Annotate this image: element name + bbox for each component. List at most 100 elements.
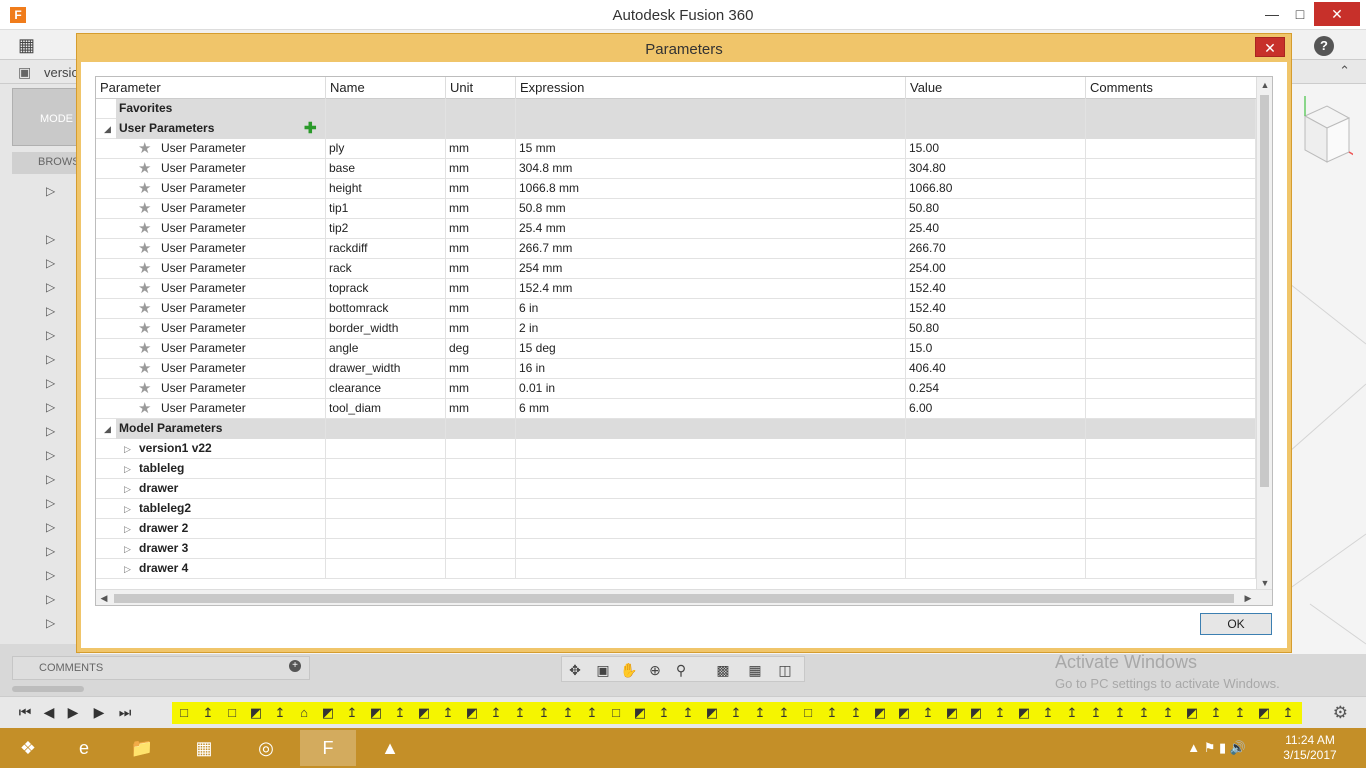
favorite-star-icon[interactable]: ★ <box>138 401 151 416</box>
timeline-feature-icon[interactable]: ↥ <box>1276 702 1300 724</box>
timeline-feature-icon[interactable]: ◩ <box>964 702 988 724</box>
dialog-titlebar[interactable]: Parameters ✕ <box>77 34 1291 62</box>
timeline-feature-icon[interactable]: ↥ <box>748 702 772 724</box>
timeline-feature-icon[interactable]: ↥ <box>724 702 748 724</box>
tree-expand-icon[interactable]: ▷ <box>46 592 58 606</box>
go-to-end-icon[interactable]: ⏭ <box>116 703 134 721</box>
tree-expand-icon[interactable]: ▷ <box>46 448 58 462</box>
timeline-feature-icon[interactable]: ↥ <box>1228 702 1252 724</box>
timeline-feature-icon[interactable]: ↥ <box>988 702 1012 724</box>
timeline-feature-icon[interactable]: ↥ <box>1132 702 1156 724</box>
step-forward-icon[interactable]: ▶ <box>90 703 108 721</box>
play-icon[interactable]: ▶ <box>64 703 82 721</box>
expand-triangle-icon[interactable]: ▷ <box>124 559 131 579</box>
timeline-feature-icon[interactable]: □ <box>604 702 628 724</box>
file-explorer-icon[interactable]: 📁 <box>114 730 170 766</box>
look-at-icon[interactable]: ▣ <box>594 661 612 679</box>
gear-icon[interactable]: ⚙ <box>1333 703 1348 723</box>
clock[interactable]: 11:24 AM 3/15/2017 <box>1270 733 1350 763</box>
timeline-feature-icon[interactable]: ◩ <box>1252 702 1276 724</box>
favorite-star-icon[interactable]: ★ <box>138 281 151 296</box>
tree-expand-icon[interactable]: ▷ <box>46 616 58 630</box>
fit-icon[interactable]: ⚲ <box>672 661 690 679</box>
timeline-feature-icon[interactable]: ◩ <box>892 702 916 724</box>
timeline-feature-icon[interactable]: ↥ <box>388 702 412 724</box>
scroll-left-icon[interactable]: ◀ <box>96 590 112 605</box>
display-settings-icon[interactable]: ▩ <box>714 661 732 679</box>
column-header-expression[interactable]: Expression <box>516 77 906 99</box>
tree-expand-icon[interactable]: ▷ <box>46 328 58 342</box>
tree-expand-icon[interactable]: ▷ <box>46 376 58 390</box>
timeline-feature-icon[interactable]: ↥ <box>1108 702 1132 724</box>
table-row[interactable]: ★ User Parameter drawer_width mm 16 in 406.40 <box>96 359 1256 379</box>
timeline-feature-icon[interactable]: □ <box>220 702 244 724</box>
help-icon[interactable]: ? <box>1314 36 1334 56</box>
expand-triangle-icon[interactable]: ▷ <box>124 539 131 559</box>
column-header-unit[interactable]: Unit <box>446 77 516 99</box>
column-header-name[interactable]: Name <box>326 77 446 99</box>
app-grid-icon[interactable]: ▦ <box>18 36 38 55</box>
expand-triangle-icon[interactable]: ▷ <box>124 499 131 519</box>
timeline-feature-icon[interactable]: ◩ <box>628 702 652 724</box>
table-row[interactable]: ★ User Parameter tip1 mm 50.8 mm 50.80 <box>96 199 1256 219</box>
tree-expand-icon[interactable]: ▷ <box>46 280 58 294</box>
chevron-up-icon[interactable]: ⌃ <box>1339 63 1350 79</box>
scroll-up-icon[interactable]: ▲ <box>1257 77 1272 93</box>
tree-expand-icon[interactable]: ▷ <box>46 232 58 246</box>
add-parameter-icon[interactable]: ✚ <box>304 121 317 136</box>
minimize-button[interactable]: — <box>1258 2 1286 26</box>
favorite-star-icon[interactable]: ★ <box>138 341 151 356</box>
document-tab-label[interactable]: versio <box>44 65 79 80</box>
ok-button[interactable]: OK <box>1200 613 1272 635</box>
zoom-icon[interactable]: ⊕ <box>646 661 664 679</box>
orbit-icon[interactable]: ✥ <box>566 661 584 679</box>
timeline-feature-icon[interactable]: ↥ <box>652 702 676 724</box>
rhino-icon[interactable]: ▲ <box>362 730 418 766</box>
favorite-star-icon[interactable]: ★ <box>138 181 151 196</box>
timeline-feature-icon[interactable]: ↥ <box>1084 702 1108 724</box>
table-row[interactable]: ★ User Parameter toprack mm 152.4 mm 152.40 <box>96 279 1256 299</box>
timeline-feature-icon[interactable]: □ <box>796 702 820 724</box>
expand-triangle-icon[interactable]: ▷ <box>124 479 131 499</box>
list-item[interactable]: ▷ tableleg2 <box>96 499 1256 519</box>
collapse-triangle-icon[interactable]: ◢ <box>104 119 111 139</box>
timeline-feature-icon[interactable]: ◩ <box>244 702 268 724</box>
timeline-feature-icon[interactable]: ↥ <box>340 702 364 724</box>
vertical-scroll-thumb[interactable] <box>1260 95 1269 487</box>
vertical-scrollbar[interactable]: ▲ ▼ <box>1256 77 1272 591</box>
maximize-button[interactable]: □ <box>1286 2 1314 26</box>
browser-bar[interactable]: BROWS <box>12 152 80 174</box>
tree-expand-icon[interactable]: ▷ <box>46 400 58 414</box>
go-to-start-icon[interactable]: ⏮ <box>16 703 34 721</box>
timeline-feature-icon[interactable]: ↥ <box>1036 702 1060 724</box>
favorite-star-icon[interactable]: ★ <box>138 141 151 156</box>
timeline-feature-icon[interactable]: ↥ <box>580 702 604 724</box>
timeline-feature-icon[interactable]: ◩ <box>868 702 892 724</box>
tree-expand-icon[interactable]: ▷ <box>46 352 58 366</box>
mode-button[interactable]: MODE <box>12 88 78 146</box>
column-header-value[interactable]: Value <box>906 77 1086 99</box>
internet-explorer-icon[interactable]: e <box>56 730 112 766</box>
timeline-feature-icon[interactable]: ↥ <box>196 702 220 724</box>
tree-expand-icon[interactable]: ▷ <box>46 184 58 198</box>
table-row[interactable]: ★ User Parameter tip2 mm 25.4 mm 25.40 <box>96 219 1256 239</box>
timeline-feature-icon[interactable]: ◩ <box>364 702 388 724</box>
tree-expand-icon[interactable]: ▷ <box>46 520 58 534</box>
step-back-icon[interactable]: ◀ <box>40 703 58 721</box>
table-row[interactable]: ★ User Parameter height mm 1066.8 mm 1066.80 <box>96 179 1256 199</box>
timeline-feature-icon[interactable]: ◩ <box>1012 702 1036 724</box>
timeline-feature-icon[interactable]: ↥ <box>676 702 700 724</box>
tree-expand-icon[interactable]: ▷ <box>46 304 58 318</box>
horizontal-scroll-thumb[interactable] <box>114 594 1234 603</box>
table-row[interactable]: ★ User Parameter ply mm 15 mm 15.00 <box>96 139 1256 159</box>
timeline-feature-icon[interactable]: ↥ <box>436 702 460 724</box>
tree-expand-icon[interactable]: ▷ <box>46 568 58 582</box>
collapse-triangle-icon[interactable]: ◢ <box>104 419 111 439</box>
viewcube[interactable] <box>1293 96 1360 166</box>
list-item[interactable]: ▷ version1 v22 <box>96 439 1256 459</box>
expand-triangle-icon[interactable]: ▷ <box>124 459 131 479</box>
favorites-group-row[interactable]: Favorites <box>96 99 1256 119</box>
tree-expand-icon[interactable]: ▷ <box>46 256 58 270</box>
timeline-feature-icon[interactable]: ↥ <box>1204 702 1228 724</box>
timeline-feature-icon[interactable]: ↥ <box>508 702 532 724</box>
